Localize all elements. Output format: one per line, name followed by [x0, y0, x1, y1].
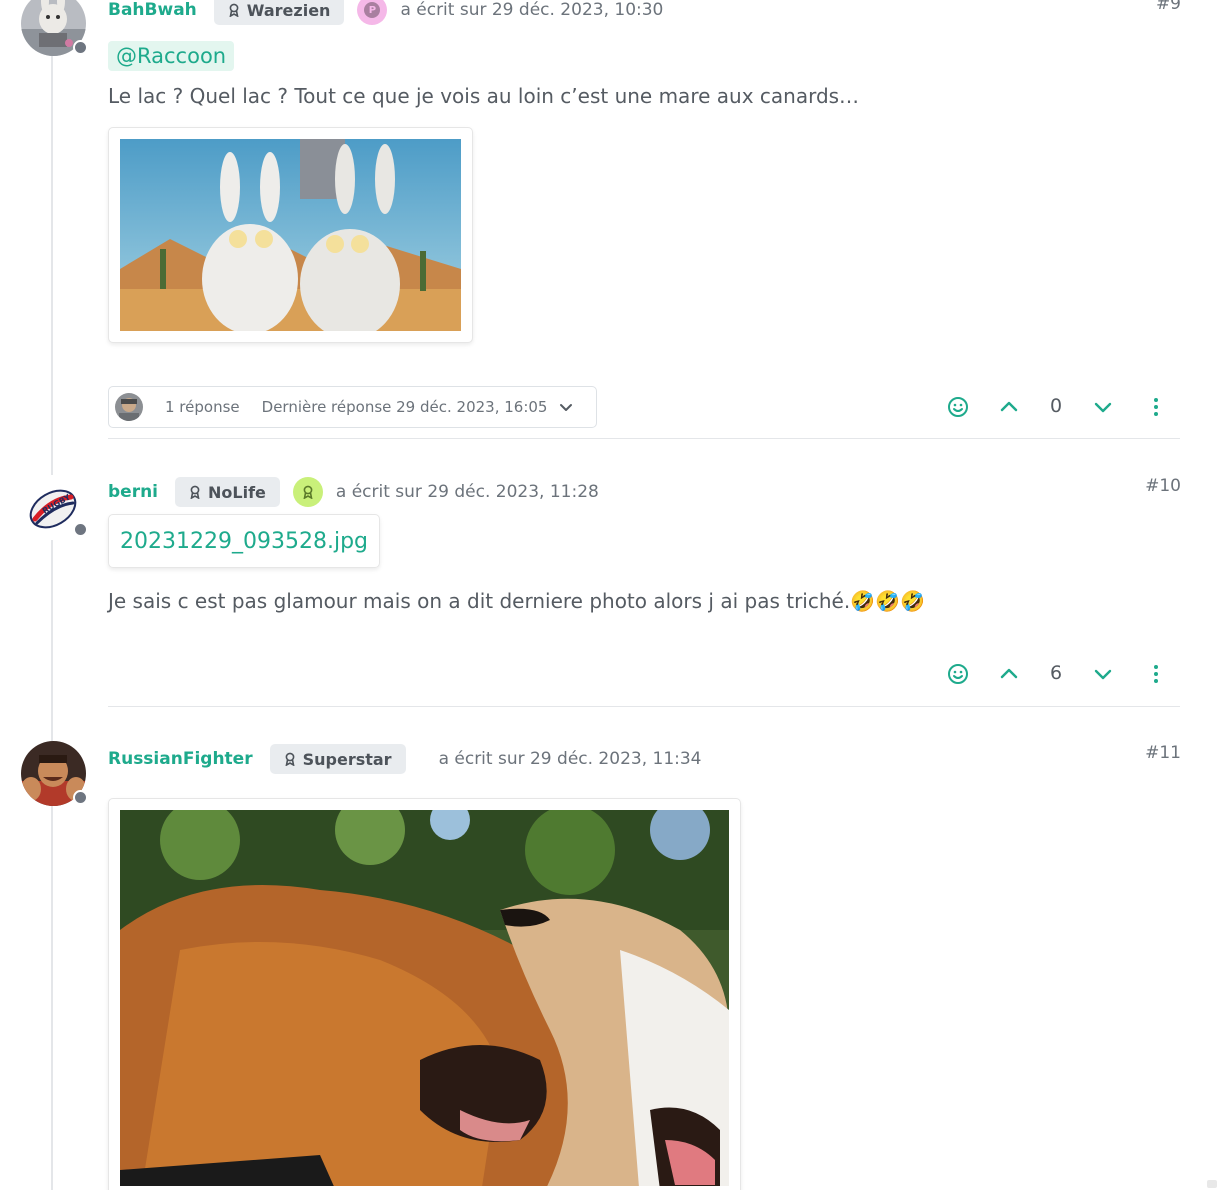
- username-link[interactable]: berni: [108, 482, 158, 502]
- chevron-down-icon: [1094, 669, 1112, 680]
- post-header: BahBwah Warezien P a écrit sur 29 déc. 2…: [108, 0, 663, 26]
- post-index-link[interactable]: #9: [1156, 0, 1181, 14]
- award-icon: [229, 3, 239, 17]
- upvote-button[interactable]: [997, 662, 1021, 686]
- user-badge-icon[interactable]: [292, 477, 323, 507]
- post-divider: [108, 706, 1180, 707]
- username-link[interactable]: RussianFighter: [108, 749, 253, 769]
- post-content-text: Le lac ? Quel lac ? Tout ce que je vois …: [108, 84, 860, 108]
- post-index-link[interactable]: #10: [1145, 476, 1181, 496]
- dogs-photo: [120, 810, 729, 1186]
- award-icon: [285, 752, 295, 766]
- offline-status-dot: [73, 790, 88, 805]
- thread-timeline-line: [51, 55, 53, 1190]
- smile-icon: [948, 397, 968, 417]
- react-button[interactable]: [946, 662, 970, 686]
- user-mention-link[interactable]: @Raccoon: [108, 41, 235, 71]
- vote-count[interactable]: 6: [1046, 662, 1066, 684]
- rabbids-image: [120, 139, 461, 331]
- reply-avatar: [115, 393, 143, 421]
- scrollbar-corner: [1207, 1180, 1217, 1188]
- post-header: berni NoLife a écrit sur 29 déc. 2023, 1…: [108, 476, 599, 508]
- replies-toggle[interactable]: 1 réponse Dernière réponse 29 déc. 2023,…: [108, 386, 597, 428]
- post-image-card[interactable]: [108, 798, 741, 1190]
- group-badge[interactable]: Superstar: [269, 744, 406, 774]
- upvote-button[interactable]: [997, 395, 1021, 419]
- group-badge[interactable]: Warezien: [213, 0, 345, 25]
- post-timestamp[interactable]: a écrit sur 29 déc. 2023, 11:34: [439, 749, 702, 769]
- reply-count: 1 réponse: [165, 398, 240, 416]
- smile-icon: [948, 664, 968, 684]
- chevron-up-icon: [1000, 401, 1018, 412]
- post-divider: [108, 438, 1180, 439]
- offline-status-dot: [73, 522, 88, 537]
- offline-status-dot: [73, 40, 88, 55]
- group-badge-label: NoLife: [208, 482, 266, 502]
- post-timestamp[interactable]: a écrit sur 29 déc. 2023, 11:28: [336, 482, 599, 502]
- post-menu-button[interactable]: [1144, 395, 1168, 419]
- award-icon: [303, 485, 313, 499]
- group-badge[interactable]: NoLife: [175, 477, 280, 507]
- post-content-text: Je sais c est pas glamour mais on a dit …: [108, 589, 925, 613]
- group-badge-label: Warezien: [246, 0, 331, 20]
- post-menu-button[interactable]: [1144, 662, 1168, 686]
- post-timestamp[interactable]: a écrit sur 29 déc. 2023, 10:30: [400, 0, 663, 20]
- post-actions: 6: [940, 656, 1180, 692]
- post-image-card[interactable]: [108, 127, 473, 343]
- vote-count[interactable]: 0: [1046, 395, 1066, 417]
- kebab-menu-icon: [1154, 398, 1158, 416]
- attachment-link[interactable]: 20231229_093528.jpg: [108, 514, 380, 568]
- post-index-link[interactable]: #11: [1145, 743, 1181, 763]
- chevron-up-icon: [1000, 668, 1018, 679]
- post-header: RussianFighter Superstar a écrit sur 29 …: [108, 743, 702, 775]
- last-reply-date: Dernière réponse 29 déc. 2023, 16:05: [261, 398, 548, 416]
- chevron-down-icon: [1094, 402, 1112, 413]
- react-button[interactable]: [946, 395, 970, 419]
- downvote-button[interactable]: [1091, 662, 1115, 686]
- kebab-menu-icon: [1154, 665, 1158, 683]
- post-actions: 0: [940, 389, 1180, 425]
- chevron-down-icon: [560, 404, 573, 411]
- username-link[interactable]: BahBwah: [108, 0, 197, 20]
- user-badge-letter: P: [364, 2, 381, 18]
- user-badge-icon[interactable]: P: [357, 0, 388, 25]
- award-icon: [190, 485, 200, 499]
- downvote-button[interactable]: [1091, 395, 1115, 419]
- group-badge-label: Superstar: [302, 749, 392, 769]
